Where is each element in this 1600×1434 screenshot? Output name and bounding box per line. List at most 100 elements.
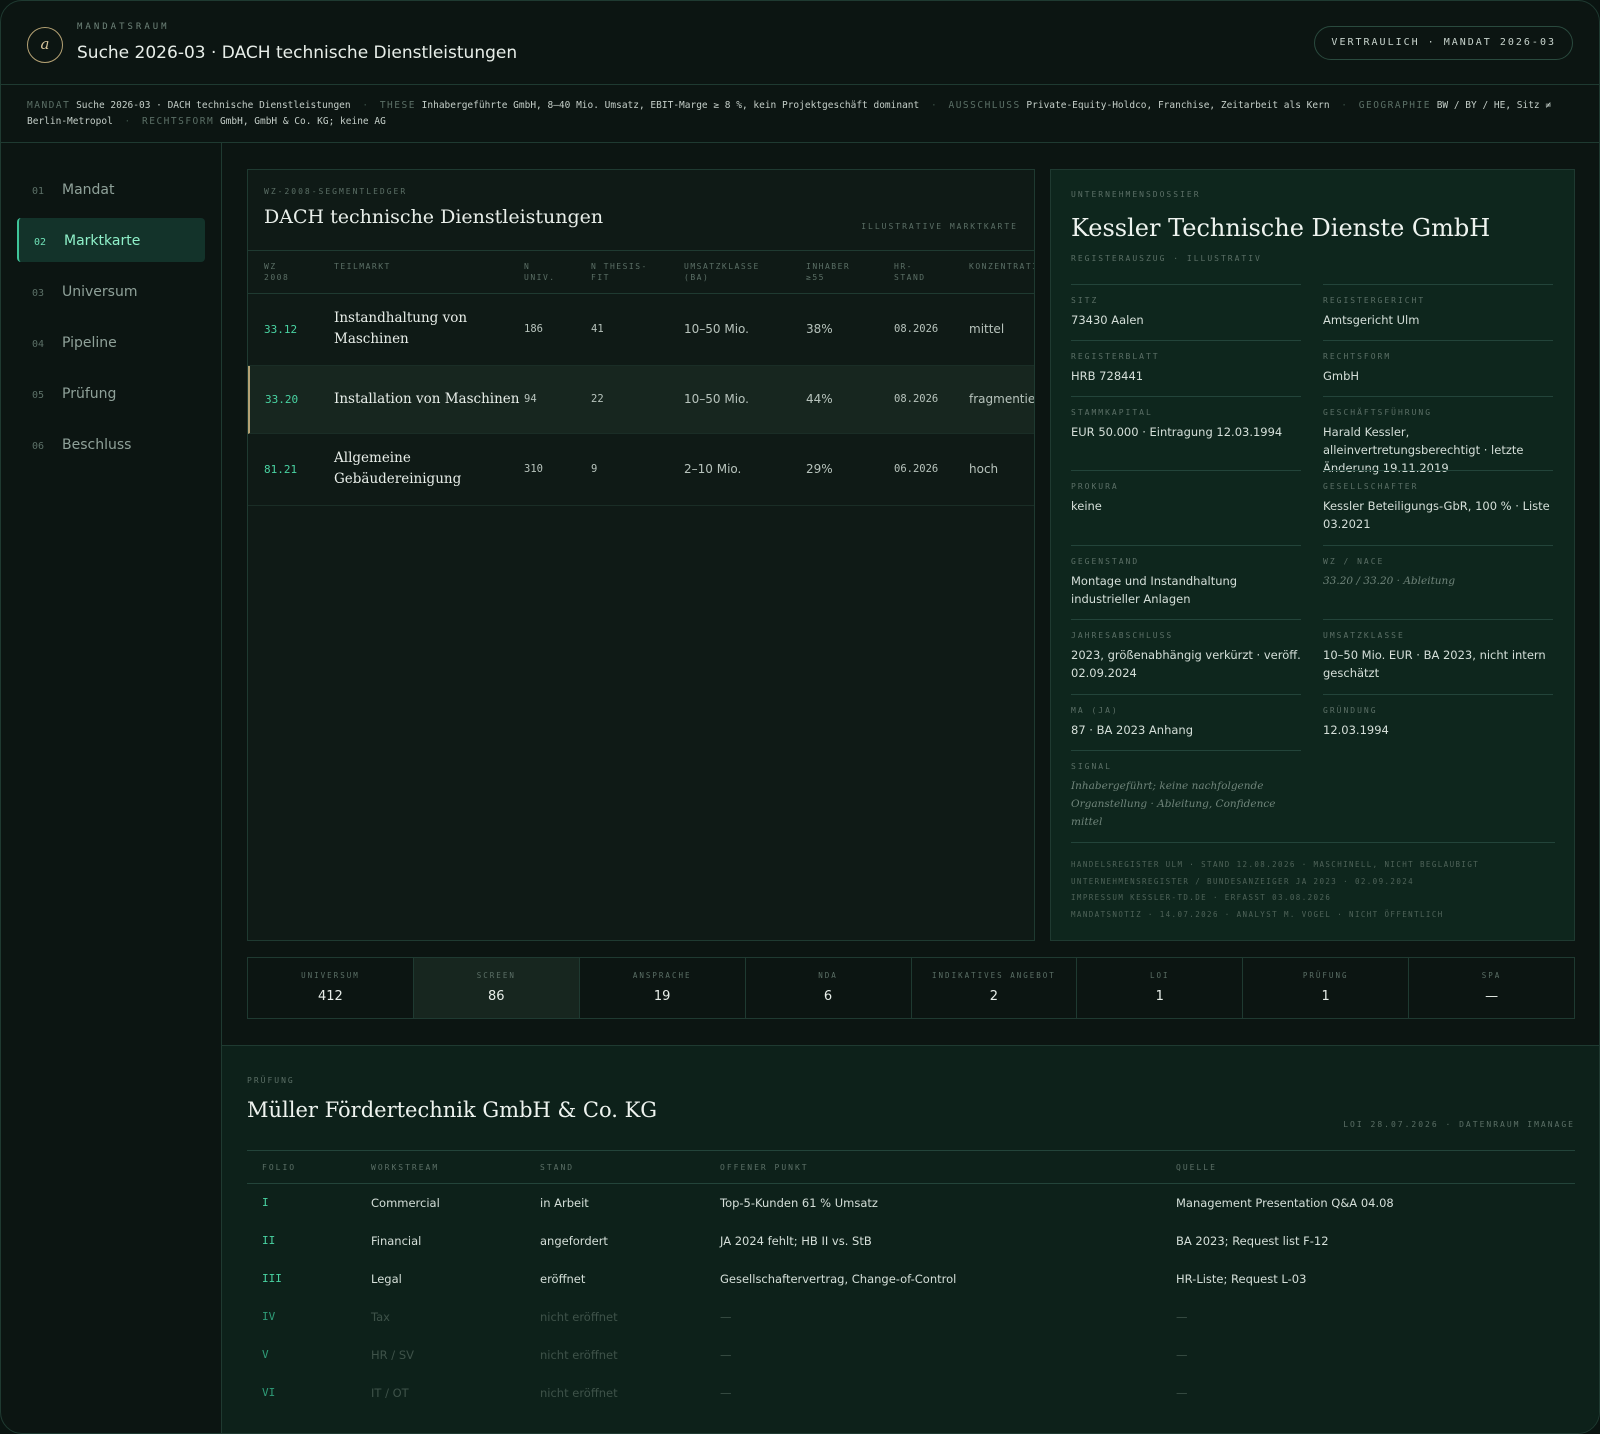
sidebar-item-mandat[interactable]: 01 Mandat [17,167,205,211]
inhaber: 38% [806,322,833,336]
folio: I [262,1196,269,1209]
stage-label: INDIKATIVES ANGEBOT [932,971,1056,980]
sidebar: 01 Mandat 02 Marktkarte 03 Universum 04 Pipe… [1,143,222,1433]
open-point: Top-5-Kunden 61 % Umsatz [720,1196,878,1210]
funnel-stage-loi[interactable]: LOI 1 [1077,958,1244,1018]
stage-label: ANSPRACHE [632,971,692,980]
table-row[interactable]: 33.12 Instandhaltung von Maschinen 186 4… [248,294,1034,366]
open-point: JA 2024 fehlt; HB II vs. StB [720,1234,872,1248]
field-value: keine [1071,499,1102,513]
workstream: Financial [371,1234,422,1248]
source: — [1176,1386,1188,1400]
table-row[interactable]: IV Tax nicht eröffnet — — [247,1298,1575,1336]
field-jahresabschluss: JAHRESABSCHLUSS 2023, größenabhängig verk… [1071,619,1301,682]
stage-count: 412 [318,989,343,1004]
column-header: TEILMARKT [334,262,391,271]
dossier-kicker: UNTERNEHMENSDOSSIER [1071,190,1201,199]
nav-number: 01 [32,186,45,197]
field-label: GESCHÄFTSFÜHRUNG [1323,408,1433,417]
umsatzklasse: 10–50 Mio. [684,392,749,406]
field-geschaeftsfuehrung: GESCHÄFTSFÜHRUNG Harald Kessler, alleinve… [1323,396,1553,477]
field-label: GEGENSTAND [1071,557,1140,566]
source: Management Presentation Q&A 04.08 [1176,1196,1394,1210]
field-value: 10–50 Mio. EUR · BA 2023, nicht intern g… [1323,648,1546,680]
field-label: PROKURA [1071,482,1119,491]
company-dossier: UNTERNEHMENSDOSSIER Kessler Technische D… [1050,169,1575,941]
funnel-stage-ansprache[interactable]: ANSPRACHE 19 [580,958,746,1018]
nav-label: Pipeline [62,335,117,351]
mandate-summary: MANDAT Suche 2026-03 · DACH technische D… [1,85,1599,143]
funnel-stage-pruefung[interactable]: PRÜFUNG 1 [1243,958,1410,1018]
table-row[interactable]: I Commercial in Arbeit Top-5-Kunden 61 %… [247,1184,1575,1222]
pipeline-funnel: UNIVERSUM 412 SCREEN 86 ANSPRACHE 19 NDA 6 I… [247,957,1575,1019]
funnel-stage-nda[interactable]: NDA 6 [746,958,912,1018]
nav-label: Prüfung [62,386,117,402]
column-header: N UNIV. [524,262,556,282]
stage-count: 1 [1321,989,1330,1004]
sidebar-item-universum[interactable]: 03 Universum [17,269,205,313]
nav-number: 02 [34,237,47,248]
field-value: HRB 728441 [1071,369,1144,383]
funnel-stage-spa[interactable]: SPA — [1409,958,1574,1018]
n-fit: 41 [591,323,604,335]
n-univ: 186 [524,323,543,335]
nav-label: Beschluss [62,437,132,453]
field-gruendung: GRÜNDUNG 12.03.1994 [1323,694,1553,739]
field-label: REGISTERBLATT [1071,352,1160,361]
column-header: STAND [540,1163,575,1172]
sidebar-item-pipeline[interactable]: 04 Pipeline [17,320,205,364]
sidebar-item-pruefung[interactable]: 05 Prüfung [17,371,205,415]
field-label: MA (JA) [1071,706,1119,715]
funnel-stage-angebot[interactable]: INDIKATIVES ANGEBOT 2 [912,958,1078,1018]
source-line: MANDATSNOTIZ · 14.07.2026 · ANALYST M. V… [1071,909,1444,919]
nav-label: Mandat [62,182,115,198]
stand: angefordert [540,1234,608,1248]
field-wz-nace: WZ / NACE 33.20 / 33.20 · Ableitung [1323,545,1553,590]
nav-number: 05 [32,390,45,401]
stand: eröffnet [540,1272,586,1286]
folio: VI [262,1386,276,1399]
stage-count: 2 [989,989,999,1004]
table-row[interactable]: 81.21 Allgemeine Gebäudereinigung 310 9 … [248,434,1034,506]
funnel-stage-screen[interactable]: SCREEN 86 [413,958,580,1018]
stage-label: LOI [1150,971,1170,980]
header: a MANDATSRAUM Suche 2026-03 · DACH techn… [1,1,1599,85]
section-title: Müller Fördertechnik GmbH & Co. KG [247,1098,658,1122]
source-line: IMPRESSUM KESSLER-TD.DE · ERFASST 03.08.… [1071,893,1332,902]
field-rechtsform: RECHTSFORM GmbH [1323,340,1553,385]
stage-count: 1 [1155,989,1164,1004]
column-header: KONZENTRATION [969,262,1034,271]
ausschluss-key: AUSSCHLUSS [948,100,1021,111]
source: HR-Liste; Request L-03 [1176,1272,1307,1286]
table-row-selected[interactable]: 33.20 Installation von Maschinen 94 22 1… [248,366,1034,434]
header-kicker: MANDATSRAUM [77,22,170,32]
table-row[interactable]: III Legal eröffnet Gesellschaftervertrag… [247,1260,1575,1298]
table-row[interactable]: VI IT / OT nicht eröffnet — — [247,1374,1575,1412]
table-row[interactable]: II Financial angefordert JA 2024 fehlt; … [247,1222,1575,1260]
sidebar-item-beschluss[interactable]: 06 Beschluss [17,422,205,466]
stage-label: NDA [818,971,838,980]
these-key: THESE [379,100,416,111]
inhaber: 29% [806,462,833,476]
workstream: Tax [371,1310,390,1324]
stand: nicht eröffnet [540,1310,618,1324]
field-value: Kessler Beteiligungs-GbR, 100 % · Liste … [1323,499,1550,531]
source: — [1176,1348,1188,1362]
dossier-title: Kessler Technische Dienste GmbH [1071,214,1491,242]
sidebar-item-marktkarte[interactable]: 02 Marktkarte [17,218,205,262]
field-label: UMSATZKLASSE [1323,631,1405,640]
field-label: GESELLSCHAFTER [1323,482,1419,491]
page-title: Suche 2026-03 · DACH technische Dienstle… [77,43,518,63]
field-registergericht: REGISTERGERICHT Amtsgericht Ulm [1323,284,1553,329]
table-row[interactable]: V HR / SV nicht eröffnet — — [247,1336,1575,1374]
column-header: N THESIS- FIT [591,262,648,282]
field-label: REGISTERGERICHT [1323,296,1426,305]
field-stammkapital: STAMMKAPITAL EUR 50.000 · Eintragung 12.0… [1071,396,1301,441]
stand: nicht eröffnet [540,1386,618,1400]
field-label: STAMMKAPITAL [1071,408,1153,417]
field-registerblatt: REGISTERBLATT HRB 728441 [1071,340,1301,385]
column-header: FOLIO [262,1163,297,1172]
funnel-stage-universum[interactable]: UNIVERSUM 412 [248,958,414,1018]
teilmarkt: Allgemeine Gebäudereinigung [334,450,462,487]
mandate-value: Suche 2026-03 · DACH technische Dienstle… [76,100,351,111]
